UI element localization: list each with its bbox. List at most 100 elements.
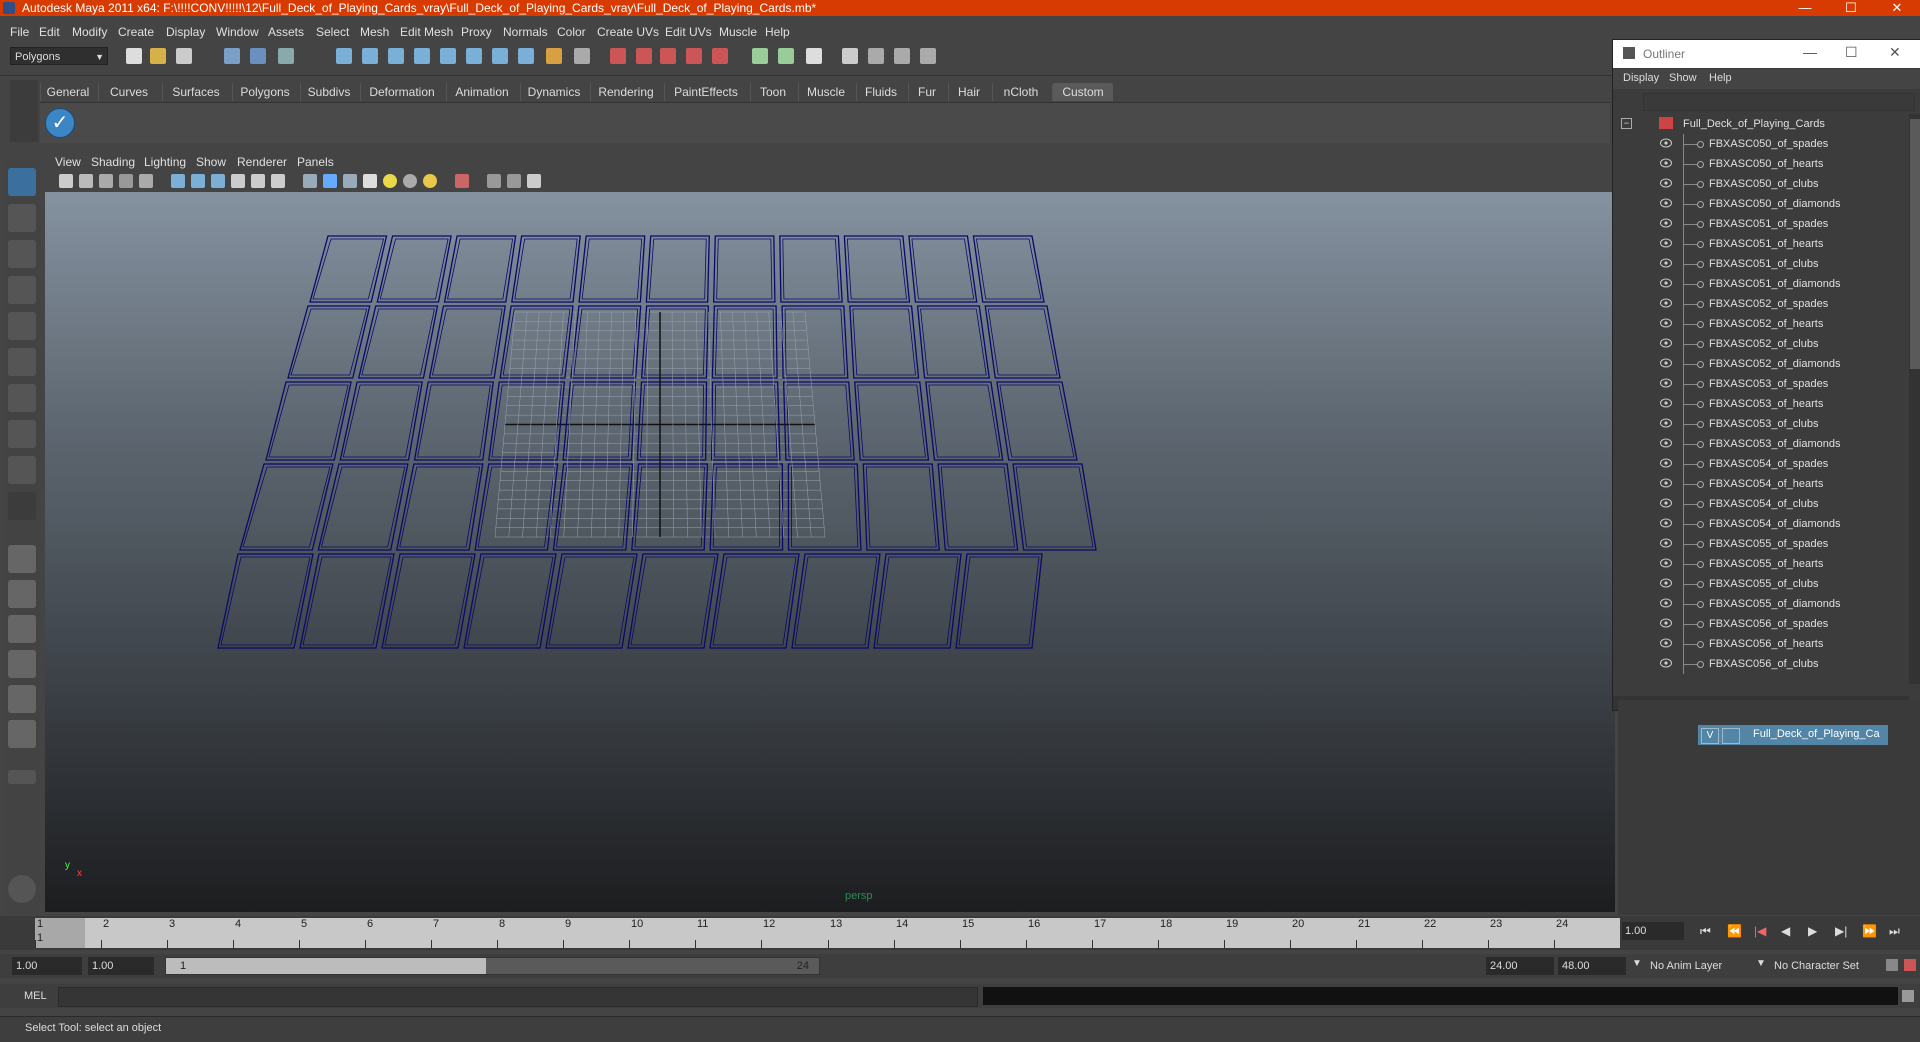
shadows-icon[interactable] bbox=[271, 174, 285, 188]
show-tool-settings-icon[interactable] bbox=[920, 48, 936, 64]
make-live-icon[interactable] bbox=[712, 48, 728, 64]
outliner-menu-show[interactable]: Show bbox=[1669, 72, 1697, 84]
snap-curve-icon[interactable] bbox=[636, 48, 652, 64]
playing-card-mesh[interactable] bbox=[242, 466, 331, 548]
playing-card-mesh[interactable] bbox=[477, 466, 556, 548]
mask-icon[interactable] bbox=[336, 48, 352, 64]
outliner-item[interactable]: FBXASC055_of_diamonds bbox=[1613, 594, 1909, 614]
outliner-item[interactable]: FBXASC053_of_diamonds bbox=[1613, 434, 1909, 454]
playing-card-mesh[interactable] bbox=[972, 235, 1045, 303]
playing-card-mesh[interactable] bbox=[782, 381, 855, 461]
snap-grid-icon[interactable] bbox=[610, 48, 626, 64]
playing-card-mesh[interactable] bbox=[268, 384, 349, 458]
layout-outliner-persp-icon[interactable] bbox=[8, 615, 36, 643]
step-back-frame-button[interactable]: |◀ bbox=[1754, 924, 1766, 938]
menu-help[interactable]: Help bbox=[765, 25, 790, 39]
playing-card-mesh[interactable] bbox=[862, 463, 940, 551]
playing-card-mesh[interactable] bbox=[1015, 466, 1094, 548]
outliner-item[interactable]: FBXASC051_of_spades bbox=[1613, 214, 1909, 234]
playing-card-mesh[interactable] bbox=[447, 238, 514, 300]
playing-card-mesh[interactable] bbox=[545, 553, 638, 649]
close-button[interactable]: ✕ bbox=[1874, 0, 1920, 16]
playing-card-mesh[interactable] bbox=[873, 553, 962, 649]
tab-fluids[interactable]: Fluids bbox=[856, 83, 905, 101]
playing-card-mesh[interactable] bbox=[984, 305, 1061, 379]
playing-card-mesh[interactable] bbox=[712, 466, 780, 548]
display-layer-row[interactable]: V Full_Deck_of_Playing_Ca bbox=[1698, 725, 1888, 745]
film-gate-icon[interactable] bbox=[119, 174, 133, 188]
outliner-item[interactable]: FBXASC053_of_clubs bbox=[1613, 414, 1909, 434]
playing-card-mesh[interactable] bbox=[379, 238, 449, 300]
go-to-end-button[interactable]: ⏭ bbox=[1889, 924, 1900, 939]
outliner-root-item[interactable]: − Full_Deck_of_Playing_Cards bbox=[1613, 114, 1909, 134]
playing-card-mesh[interactable] bbox=[712, 556, 797, 646]
panel-menu-view[interactable]: View bbox=[55, 155, 81, 169]
playing-card-mesh[interactable] bbox=[320, 466, 406, 548]
frame-selected-icon[interactable] bbox=[507, 174, 521, 188]
scroll-thumb[interactable] bbox=[1910, 119, 1920, 369]
outliner-item[interactable]: FBXASC052_of_hearts bbox=[1613, 314, 1909, 334]
playing-card-mesh[interactable] bbox=[640, 305, 710, 379]
soft-modification-icon[interactable] bbox=[8, 420, 36, 448]
tab-custom[interactable]: Custom bbox=[1052, 83, 1113, 101]
playing-card-mesh[interactable] bbox=[975, 238, 1042, 300]
command-input[interactable] bbox=[58, 987, 978, 1007]
outliner-close-button[interactable]: ✕ bbox=[1889, 44, 1901, 61]
snap-view-plane-icon[interactable] bbox=[686, 48, 702, 64]
playing-card-mesh[interactable] bbox=[488, 381, 566, 461]
playing-card-mesh[interactable] bbox=[916, 305, 991, 379]
select-tool-icon[interactable] bbox=[8, 168, 36, 196]
checkmark-icon[interactable]: ✓ bbox=[45, 108, 75, 138]
menu-create-uvs[interactable]: Create UVs bbox=[597, 25, 659, 39]
tab-polygons[interactable]: Polygons bbox=[232, 83, 297, 101]
playing-card-mesh[interactable] bbox=[384, 556, 473, 646]
panel-menu-renderer[interactable]: Renderer bbox=[237, 155, 287, 169]
playing-card-mesh[interactable] bbox=[287, 305, 371, 379]
playback-end-field[interactable]: 24.00 bbox=[1486, 957, 1554, 975]
script-editor-icon[interactable] bbox=[1902, 990, 1914, 1002]
playing-card-mesh[interactable] bbox=[843, 235, 911, 303]
last-tool-icon[interactable] bbox=[8, 492, 36, 520]
playing-card-mesh[interactable] bbox=[940, 466, 1016, 548]
universal-manipulator-icon[interactable] bbox=[8, 384, 36, 412]
playing-card-mesh[interactable] bbox=[849, 305, 920, 379]
playing-card-mesh[interactable] bbox=[709, 553, 800, 649]
playing-card-mesh[interactable] bbox=[217, 553, 314, 649]
playing-card-mesh[interactable] bbox=[999, 384, 1075, 458]
playing-card-mesh[interactable] bbox=[710, 381, 781, 461]
playing-card-mesh[interactable] bbox=[581, 238, 643, 300]
outliner-menu-display[interactable]: Display bbox=[1623, 72, 1659, 84]
tab-dynamics[interactable]: Dynamics bbox=[520, 83, 587, 101]
show-manipulator-icon[interactable] bbox=[8, 456, 36, 484]
menu-edit[interactable]: Edit bbox=[39, 25, 60, 39]
playing-card-mesh[interactable] bbox=[852, 308, 916, 376]
playing-card-mesh[interactable] bbox=[463, 553, 557, 649]
playing-card-mesh[interactable] bbox=[565, 384, 633, 458]
panel-menu-panels[interactable]: Panels bbox=[297, 155, 334, 169]
outliner-menu-help[interactable]: Help bbox=[1709, 72, 1732, 84]
frame-all-icon[interactable] bbox=[487, 174, 501, 188]
camera-attributes-icon[interactable] bbox=[59, 174, 73, 188]
outliner-vertical-scrollbar[interactable] bbox=[1909, 114, 1920, 684]
menu-mesh[interactable]: Mesh bbox=[360, 25, 389, 39]
select-by-component-icon[interactable] bbox=[278, 48, 294, 64]
playing-card-mesh[interactable] bbox=[639, 384, 704, 458]
select-by-object-icon[interactable] bbox=[250, 48, 266, 64]
open-scene-icon[interactable] bbox=[150, 48, 166, 64]
playing-card-mesh[interactable] bbox=[857, 384, 926, 458]
playing-card-mesh[interactable] bbox=[925, 381, 1004, 461]
paint-select-tool-icon[interactable] bbox=[8, 240, 36, 268]
default-light-icon[interactable] bbox=[383, 174, 397, 188]
maximize-button[interactable]: ☐ bbox=[1828, 0, 1874, 16]
outliner-item[interactable]: FBXASC054_of_diamonds bbox=[1613, 514, 1909, 534]
playing-card-mesh[interactable] bbox=[428, 305, 506, 379]
high-quality-icon[interactable] bbox=[423, 174, 437, 188]
panel-menu-show[interactable]: Show bbox=[196, 155, 226, 169]
snap-point-icon[interactable] bbox=[660, 48, 676, 64]
playing-card-mesh[interactable] bbox=[636, 381, 708, 461]
playing-card-mesh[interactable] bbox=[312, 238, 385, 300]
playing-card-mesh[interactable] bbox=[648, 238, 707, 300]
layout-single-icon[interactable] bbox=[8, 545, 36, 573]
save-scene-icon[interactable] bbox=[176, 48, 192, 64]
mask-curves-icon[interactable] bbox=[388, 48, 404, 64]
